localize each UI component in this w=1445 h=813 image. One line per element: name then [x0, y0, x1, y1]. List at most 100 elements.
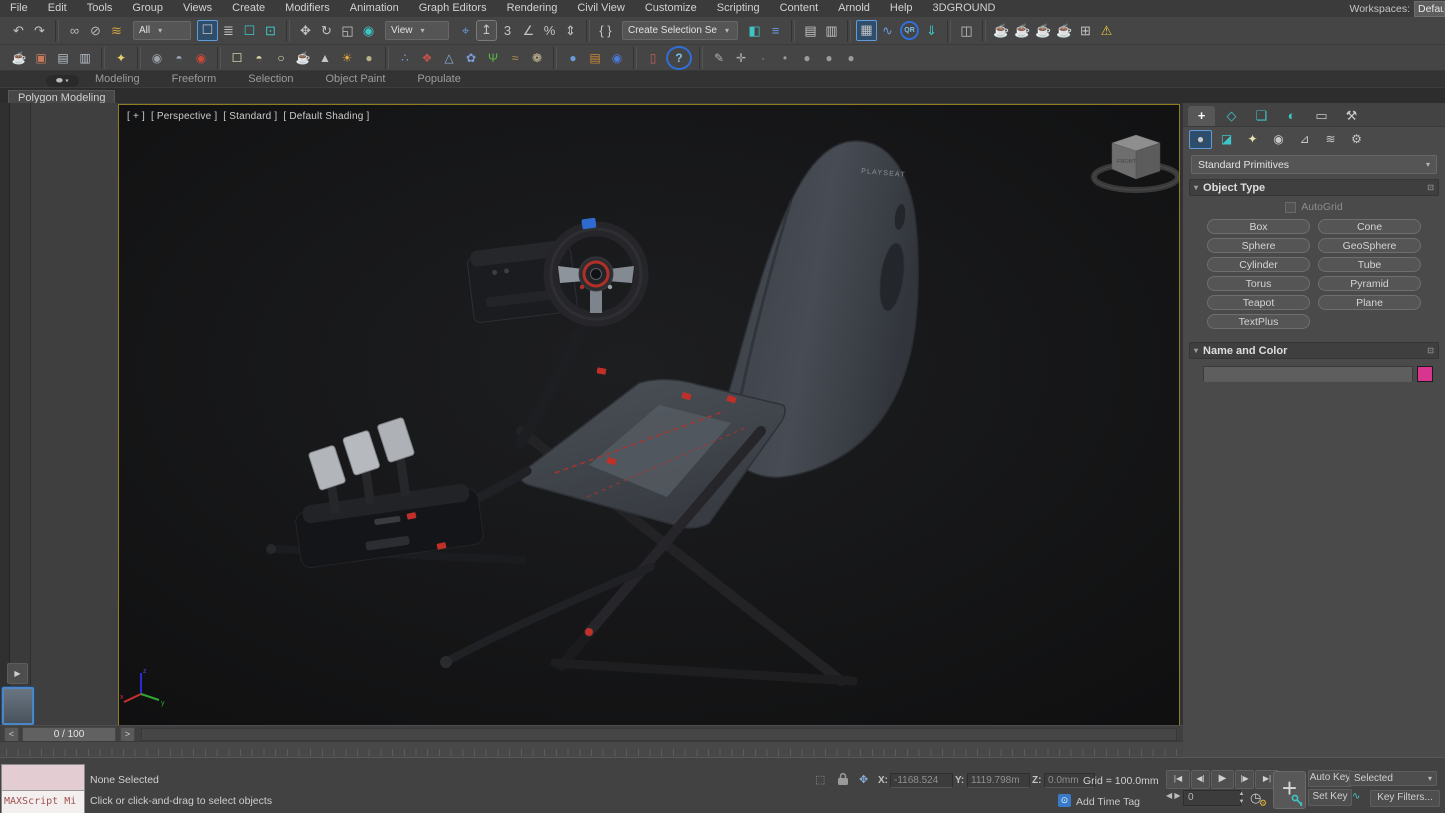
ribbon-tab[interactable]: Selection — [232, 71, 309, 87]
quick-render-teapot-icon[interactable]: ☕ — [1033, 20, 1054, 41]
teapot-icon[interactable]: ☕ — [8, 48, 30, 68]
rectangular-selection-region-icon[interactable]: ☐ — [239, 20, 260, 41]
select-and-move-icon[interactable]: ✥ — [295, 20, 316, 41]
help-icon[interactable]: ? — [666, 46, 692, 70]
add-cross-icon[interactable]: ✛ — [730, 48, 752, 68]
menu-item[interactable]: Help — [880, 0, 923, 17]
menu-item[interactable]: Arnold — [828, 0, 880, 17]
menu-item[interactable]: Modifiers — [275, 0, 340, 17]
mirror-icon[interactable]: ◧ — [744, 20, 765, 41]
circle-primitive-icon[interactable]: ○ — [270, 48, 292, 68]
menu-item[interactable]: File — [0, 0, 38, 17]
brush-size-dot-icon[interactable]: • — [774, 48, 796, 68]
pylon-icon[interactable]: △ — [438, 48, 460, 68]
tablet-icon[interactable]: ▯ — [642, 48, 664, 68]
primitives-dropdown[interactable]: Standard Primitives ▾ — [1191, 155, 1437, 174]
ribbon-tab[interactable]: Modeling — [79, 71, 156, 87]
add-time-tag[interactable]: Add Time Tag — [1076, 796, 1140, 808]
shell-icon[interactable]: ❁ — [526, 48, 548, 68]
selection-filter-dropdown[interactable]: All ▾ — [133, 21, 191, 40]
reference-coordinate-dropdown[interactable]: View ▾ — [385, 21, 449, 40]
ribbon-tab[interactable]: Freeform — [156, 71, 233, 87]
shapes-icon[interactable]: ◪ — [1215, 130, 1238, 149]
play-button[interactable]: ▶ — [1211, 770, 1234, 789]
percent-snap-toggle-icon[interactable]: % — [539, 20, 560, 41]
object-type-button[interactable]: Cone — [1318, 219, 1421, 234]
object-type-rollout-header[interactable]: ▾ Object Type ⊡ — [1189, 179, 1439, 196]
brush-size-dot-icon[interactable]: ● — [840, 48, 862, 68]
x-coordinate-field[interactable]: -1168.524 — [890, 773, 953, 788]
track-bar[interactable] — [0, 741, 1183, 758]
menu-item[interactable]: Scripting — [707, 0, 770, 17]
select-and-rotate-icon[interactable]: ↻ — [316, 20, 337, 41]
dome-light-icon[interactable]: ◓ — [168, 48, 190, 68]
teapot-primitive-icon[interactable]: ☕ — [292, 48, 314, 68]
physical-camera-icon[interactable]: ◉ — [190, 48, 212, 68]
current-frame-display[interactable]: 0 / 100 — [22, 727, 116, 742]
y-coordinate-field[interactable]: 1119.798m — [967, 773, 1030, 788]
motion-tab-icon[interactable]: ◐ — [1278, 106, 1305, 126]
menu-item[interactable]: Create — [222, 0, 275, 17]
pin-icon[interactable]: ⊡ — [1427, 183, 1434, 192]
snaps-toggle-icon[interactable]: 3 — [497, 20, 518, 41]
set-keys-button[interactable]: + — [1273, 771, 1306, 809]
sphere-blue-icon[interactable]: ● — [562, 48, 584, 68]
menu-item[interactable]: Civil View — [567, 0, 634, 17]
next-frame-playback-button[interactable]: |▶ — [1235, 770, 1254, 789]
object-type-button[interactable]: Tube — [1318, 257, 1421, 272]
space-warps-icon[interactable]: ≋ — [1319, 130, 1342, 149]
viewport-menu-general[interactable]: [ + ] — [127, 111, 145, 122]
workspaces-dropdown[interactable]: Defau — [1414, 1, 1445, 17]
redo-icon[interactable]: ↷ — [29, 20, 50, 41]
window-crossing-icon[interactable]: ⊡ — [260, 20, 281, 41]
toggle-scene-explorer-icon[interactable]: ▤ — [800, 20, 821, 41]
named-selection-sets-dropdown[interactable]: Create Selection Se ▾ — [622, 21, 738, 40]
object-type-button[interactable]: Box — [1207, 219, 1310, 234]
render-frame-window-icon[interactable]: ◫ — [956, 20, 977, 41]
menu-item[interactable]: Tools — [77, 0, 123, 17]
brush-size-dot-icon[interactable]: ● — [818, 48, 840, 68]
object-name-input[interactable] — [1203, 366, 1413, 382]
steering-wheel[interactable] — [551, 218, 641, 319]
viewport-layout-tab[interactable] — [2, 687, 34, 725]
object-color-swatch[interactable] — [1417, 366, 1433, 382]
create-tab-icon[interactable]: + — [1188, 106, 1215, 126]
camera-icon[interactable]: ◉ — [146, 48, 168, 68]
sphere-primitive-icon[interactable]: ● — [358, 48, 380, 68]
bind-to-space-warp-icon[interactable]: ≋ — [106, 20, 127, 41]
object-type-button[interactable]: TextPlus — [1207, 314, 1310, 329]
object-type-button[interactable]: Pyramid — [1318, 276, 1421, 291]
utilities-tab-icon[interactable]: ⚒ — [1338, 106, 1365, 126]
render-setup-teapot-icon[interactable]: ☕ — [991, 20, 1012, 41]
menu-item[interactable]: Views — [173, 0, 222, 17]
viewport-menu-shading[interactable]: [ Default Shading ] — [283, 111, 369, 122]
viewport-menu-pov[interactable]: [ Perspective ] — [151, 111, 217, 122]
unlink-selection-icon[interactable]: ⊘ — [85, 20, 106, 41]
angle-snap-toggle-icon[interactable]: ∠ — [518, 20, 539, 41]
menu-item[interactable]: Customize — [635, 0, 707, 17]
systems-icon[interactable]: ⚙ — [1345, 130, 1368, 149]
ribbon-tab[interactable]: Object Paint — [310, 71, 402, 87]
previous-frame-playback-button[interactable]: ◀| — [1191, 770, 1210, 789]
time-slider-track[interactable] — [141, 728, 1177, 741]
brush-size-dot-icon[interactable]: · — [752, 48, 774, 68]
menu-item[interactable]: Animation — [340, 0, 409, 17]
spinner-snap-toggle-icon[interactable]: ⇕ — [560, 20, 581, 41]
sphere-dashed-icon[interactable]: ◉ — [606, 48, 628, 68]
ribbon-config-button[interactable]: ⬬ ▾ — [46, 75, 79, 87]
cone-primitive-icon[interactable]: ▲ — [314, 48, 336, 68]
warning-icon[interactable]: ⚠ — [1096, 20, 1117, 41]
geometry-icon[interactable]: ● — [1189, 130, 1212, 149]
auto-key-button[interactable]: Auto Key — [1308, 770, 1352, 787]
object-type-button[interactable]: Teapot — [1207, 295, 1310, 310]
sun-light-icon[interactable]: ☀ — [336, 48, 358, 68]
brush-size-dot-icon[interactable]: ● — [796, 48, 818, 68]
modify-tab-icon[interactable]: ◇ — [1218, 106, 1245, 126]
key-mode-toggle[interactable]: ◀ ▶ — [1166, 791, 1181, 800]
key-selection-dropdown[interactable]: Selected ▾ — [1349, 771, 1437, 786]
rendered-frame-teapot-icon[interactable]: ☕ — [1012, 20, 1033, 41]
name-and-color-rollout-header[interactable]: ▾ Name and Color ⊡ — [1189, 342, 1439, 359]
select-object-icon[interactable]: ☐ — [197, 20, 218, 41]
select-and-scale-icon[interactable]: ◱ — [337, 20, 358, 41]
expand-arrow-icon[interactable]: ▶ — [7, 663, 28, 684]
